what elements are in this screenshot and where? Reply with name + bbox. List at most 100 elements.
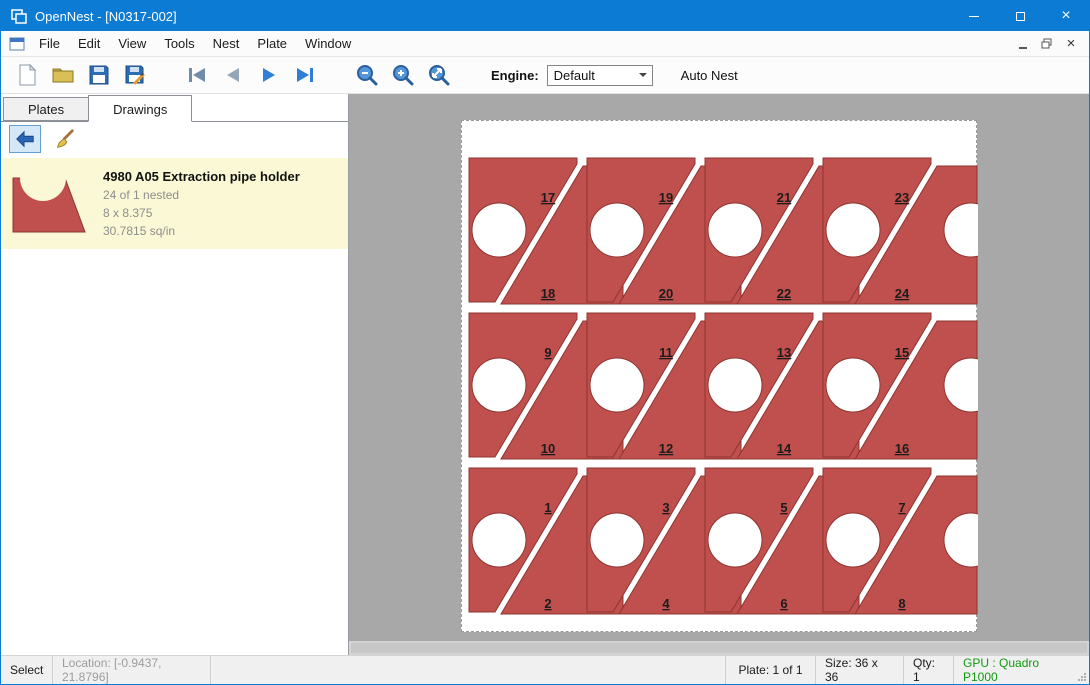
- svg-text:20: 20: [659, 286, 673, 301]
- menu-plate[interactable]: Plate: [248, 31, 296, 56]
- svg-text:21: 21: [777, 190, 791, 205]
- zoom-fit-icon: [427, 63, 451, 87]
- status-plate: Plate: 1 of 1: [725, 656, 815, 684]
- go-next-button[interactable]: [251, 60, 287, 90]
- status-gpu: GPU : Quadro P1000: [953, 656, 1075, 684]
- part-thumbnail: [9, 166, 89, 241]
- maximize-icon: [1016, 12, 1025, 21]
- svg-text:18: 18: [541, 286, 555, 301]
- zoom-in-icon: [391, 63, 415, 87]
- svg-text:4: 4: [662, 596, 670, 611]
- zoom-fit-button[interactable]: [421, 60, 457, 90]
- engine-select[interactable]: Default: [547, 65, 653, 86]
- plate: 171819202122232491011121314151612345678: [461, 120, 977, 632]
- svg-text:16: 16: [895, 441, 909, 456]
- menu-view[interactable]: View: [109, 31, 155, 56]
- svg-text:1: 1: [544, 500, 551, 515]
- mdi-window-controls: ×: [1013, 35, 1089, 53]
- window-controls: ×: [951, 1, 1089, 31]
- zoom-in-button[interactable]: [385, 60, 421, 90]
- svg-text:2: 2: [544, 596, 551, 611]
- engine-selected-value: Default: [554, 68, 595, 83]
- window-title: OpenNest - [N0317-002]: [35, 9, 177, 24]
- save-as-icon: [123, 63, 147, 87]
- go-next-icon: [257, 63, 281, 87]
- new-document-button[interactable]: [9, 60, 45, 90]
- status-location: Location: [-0.9437, 21.8796]: [53, 656, 211, 684]
- chevron-down-icon: [639, 73, 647, 77]
- document-window-icon: [9, 37, 25, 51]
- save-icon: [87, 63, 111, 87]
- status-bar: Select Location: [-0.9437, 21.8796] Plat…: [1, 655, 1089, 684]
- drawing-title: 4980 A05 Extraction pipe holder: [103, 169, 300, 184]
- app-icon: [11, 8, 27, 24]
- scrollbar-thumb[interactable]: [351, 643, 1087, 653]
- main-area: Plates Drawings: [1, 94, 1089, 655]
- go-first-button[interactable]: [179, 60, 215, 90]
- mdi-restore-button[interactable]: [1037, 35, 1057, 53]
- blue-arrow-icon: [14, 128, 36, 150]
- menu-file[interactable]: File: [30, 31, 69, 56]
- svg-text:22: 22: [777, 286, 791, 301]
- maximize-button[interactable]: [997, 1, 1043, 31]
- toolbar: Engine: Default Auto Nest: [1, 57, 1089, 94]
- drawing-meta: 4980 A05 Extraction pipe holder 24 of 1 …: [103, 166, 300, 241]
- svg-text:23: 23: [895, 190, 909, 205]
- minimize-icon: [969, 16, 979, 17]
- mdi-minimize-button[interactable]: [1013, 35, 1033, 53]
- go-previous-button[interactable]: [215, 60, 251, 90]
- resize-grip[interactable]: [1075, 656, 1089, 684]
- mdi-close-button[interactable]: ×: [1061, 35, 1081, 53]
- zoom-out-button[interactable]: [349, 60, 385, 90]
- svg-text:14: 14: [777, 441, 792, 456]
- title-bar: OpenNest - [N0317-002] ×: [1, 1, 1089, 31]
- close-icon: ×: [1061, 8, 1070, 24]
- mdi-close-icon: ×: [1067, 36, 1076, 51]
- close-button[interactable]: ×: [1043, 1, 1089, 31]
- menu-nest[interactable]: Nest: [204, 31, 249, 56]
- menu-window[interactable]: Window: [296, 31, 360, 56]
- app-logo-icon: [11, 8, 27, 24]
- broom-icon: [54, 128, 76, 150]
- svg-text:6: 6: [780, 596, 787, 611]
- go-last-icon: [293, 63, 317, 87]
- import-drawing-button[interactable]: [9, 125, 41, 153]
- mdi-minimize-icon: [1019, 47, 1027, 49]
- go-first-icon: [185, 63, 209, 87]
- go-last-button[interactable]: [287, 60, 323, 90]
- svg-text:13: 13: [777, 345, 791, 360]
- horizontal-scrollbar[interactable]: [349, 641, 1089, 655]
- save-as-button[interactable]: [117, 60, 153, 90]
- engine-label: Engine:: [491, 68, 539, 83]
- menu-bar: File Edit View Tools Nest Plate Window ×: [1, 31, 1089, 57]
- save-button[interactable]: [81, 60, 117, 90]
- tab-plates[interactable]: Plates: [3, 97, 89, 121]
- svg-text:11: 11: [659, 345, 673, 360]
- status-size: Size: 36 x 36: [815, 656, 903, 684]
- svg-text:12: 12: [659, 441, 673, 456]
- drawing-size: 8 x 8.375: [103, 206, 300, 220]
- plate-svg: 171819202122232491011121314151612345678: [462, 121, 978, 633]
- status-spacer: [211, 656, 725, 684]
- svg-text:7: 7: [898, 500, 905, 515]
- menu-tools[interactable]: Tools: [155, 31, 203, 56]
- clear-drawings-button[interactable]: [49, 125, 81, 153]
- svg-text:10: 10: [541, 441, 555, 456]
- auto-nest-button[interactable]: Auto Nest: [681, 68, 738, 83]
- svg-text:17: 17: [541, 190, 555, 205]
- resize-grip-icon: [1077, 672, 1087, 682]
- nest-canvas[interactable]: 171819202122232491011121314151612345678: [349, 94, 1089, 655]
- drawings-panel-toolbar: [1, 122, 348, 156]
- drawing-area: 30.7815 sq/in: [103, 224, 300, 238]
- drawing-list-item[interactable]: 4980 A05 Extraction pipe holder 24 of 1 …: [1, 158, 348, 249]
- drawing-nested-count: 24 of 1 nested: [103, 188, 300, 202]
- zoom-out-icon: [355, 63, 379, 87]
- minimize-button[interactable]: [951, 1, 997, 31]
- new-document-icon: [16, 63, 38, 87]
- open-folder-icon: [51, 63, 75, 87]
- tab-drawings[interactable]: Drawings: [88, 95, 192, 122]
- mdi-restore-icon: [1041, 38, 1053, 49]
- menu-edit[interactable]: Edit: [69, 31, 109, 56]
- app-window: OpenNest - [N0317-002] × File Edit View …: [0, 0, 1090, 685]
- open-file-button[interactable]: [45, 60, 81, 90]
